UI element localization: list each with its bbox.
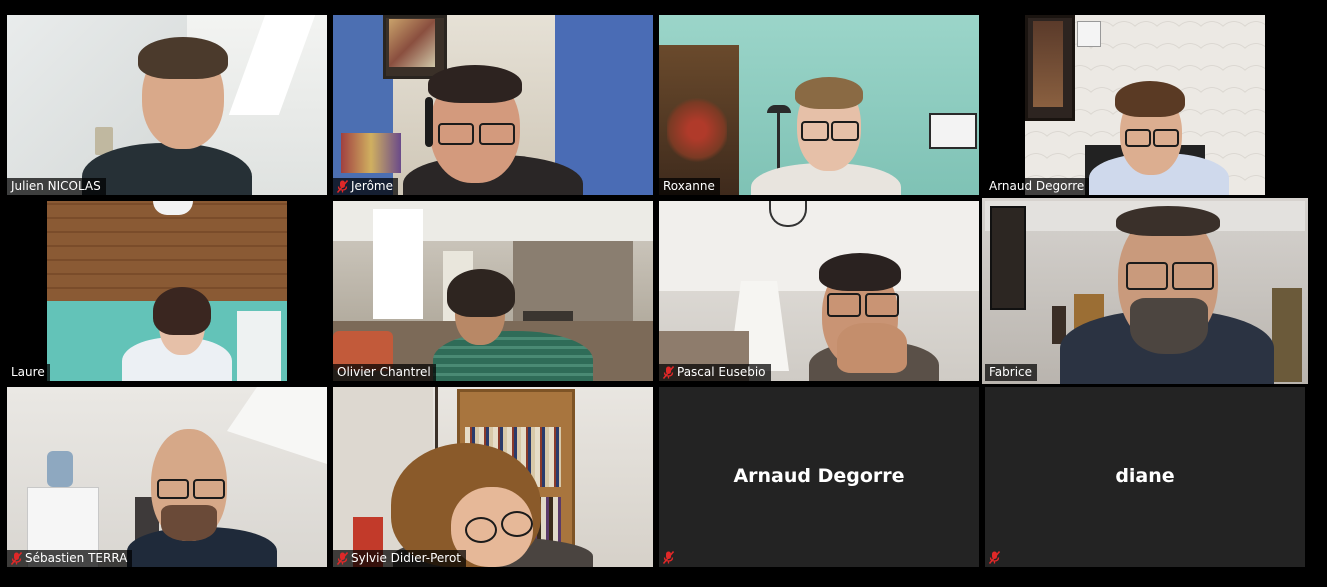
- video-feed: [982, 198, 1308, 384]
- video-feed: [333, 15, 653, 195]
- participant-name: Julien NICOLAS: [11, 179, 101, 193]
- participant-name: Arnaud Degorre: [989, 179, 1085, 193]
- participant-display-name: diane: [1115, 465, 1175, 487]
- participant-tile-julien-nicolas[interactable]: Julien NICOLAS: [7, 15, 327, 195]
- video-feed: [985, 15, 1305, 195]
- participant-tile-fabrice[interactable]: Fabrice: [982, 198, 1308, 384]
- participant-tile-laure[interactable]: Laure: [7, 201, 327, 381]
- participant-name-tag: Arnaud Degorre: [985, 178, 1090, 195]
- participant-name: Olivier Chantrel: [337, 365, 431, 379]
- participant-name-tag: Roxanne: [659, 178, 720, 195]
- video-feed: [7, 15, 327, 195]
- participant-tile-arnaud-degorre-no-video[interactable]: Arnaud Degorre: [659, 387, 979, 567]
- participant-name: Laure: [11, 365, 45, 379]
- microphone-muted-icon: [11, 552, 22, 565]
- participant-name-tag: Olivier Chantrel: [333, 364, 436, 381]
- participant-name-tag: Laure: [7, 364, 50, 381]
- video-feed: [7, 201, 327, 381]
- microphone-muted-icon: [337, 552, 348, 565]
- video-feed: [333, 387, 653, 567]
- participant-name-tag: Pascal Eusebio: [659, 364, 771, 381]
- participant-tile-roxanne[interactable]: Roxanne: [659, 15, 979, 195]
- participant-tile-olivier-chantrel[interactable]: Olivier Chantrel: [333, 201, 653, 381]
- participant-name-tag: Julien NICOLAS: [7, 178, 106, 195]
- participant-tile-sebastien-terra[interactable]: Sébastien TERRA: [7, 387, 327, 567]
- participant-name: Jerôme: [351, 179, 394, 193]
- video-feed: [659, 15, 979, 195]
- participant-name: Sébastien TERRA: [25, 551, 128, 565]
- video-feed: [659, 201, 979, 381]
- microphone-muted-icon: [663, 366, 674, 379]
- video-feed: [333, 201, 653, 381]
- microphone-muted-icon: [337, 180, 348, 193]
- participant-tile-jerome[interactable]: Jerôme: [333, 15, 653, 195]
- participant-name: Pascal Eusebio: [677, 365, 766, 379]
- participant-tile-sylvie-didier-perot[interactable]: Sylvie Didier-Perot: [333, 387, 653, 567]
- video-feed: [7, 387, 327, 567]
- microphone-muted-icon: [663, 551, 674, 564]
- participant-name-tag: Sébastien TERRA: [7, 550, 133, 567]
- participant-name: Sylvie Didier-Perot: [351, 551, 461, 565]
- participant-name-tag: Jerôme: [333, 178, 399, 195]
- gallery-view: Julien NICOLAS Jerôme Roxanne Arnaud Deg…: [0, 0, 1327, 587]
- participant-name-tag: Sylvie Didier-Perot: [333, 550, 466, 567]
- participant-name-tag: Fabrice: [985, 364, 1038, 381]
- participant-tile-diane[interactable]: diane: [985, 387, 1305, 567]
- participant-name: Roxanne: [663, 179, 715, 193]
- participant-tile-pascal-eusebio[interactable]: Pascal Eusebio: [659, 201, 979, 381]
- participant-display-name: Arnaud Degorre: [733, 465, 905, 487]
- microphone-muted-icon: [989, 551, 1000, 564]
- participant-name: Fabrice: [989, 365, 1033, 379]
- participant-tile-arnaud-degorre-video[interactable]: Arnaud Degorre: [985, 15, 1305, 195]
